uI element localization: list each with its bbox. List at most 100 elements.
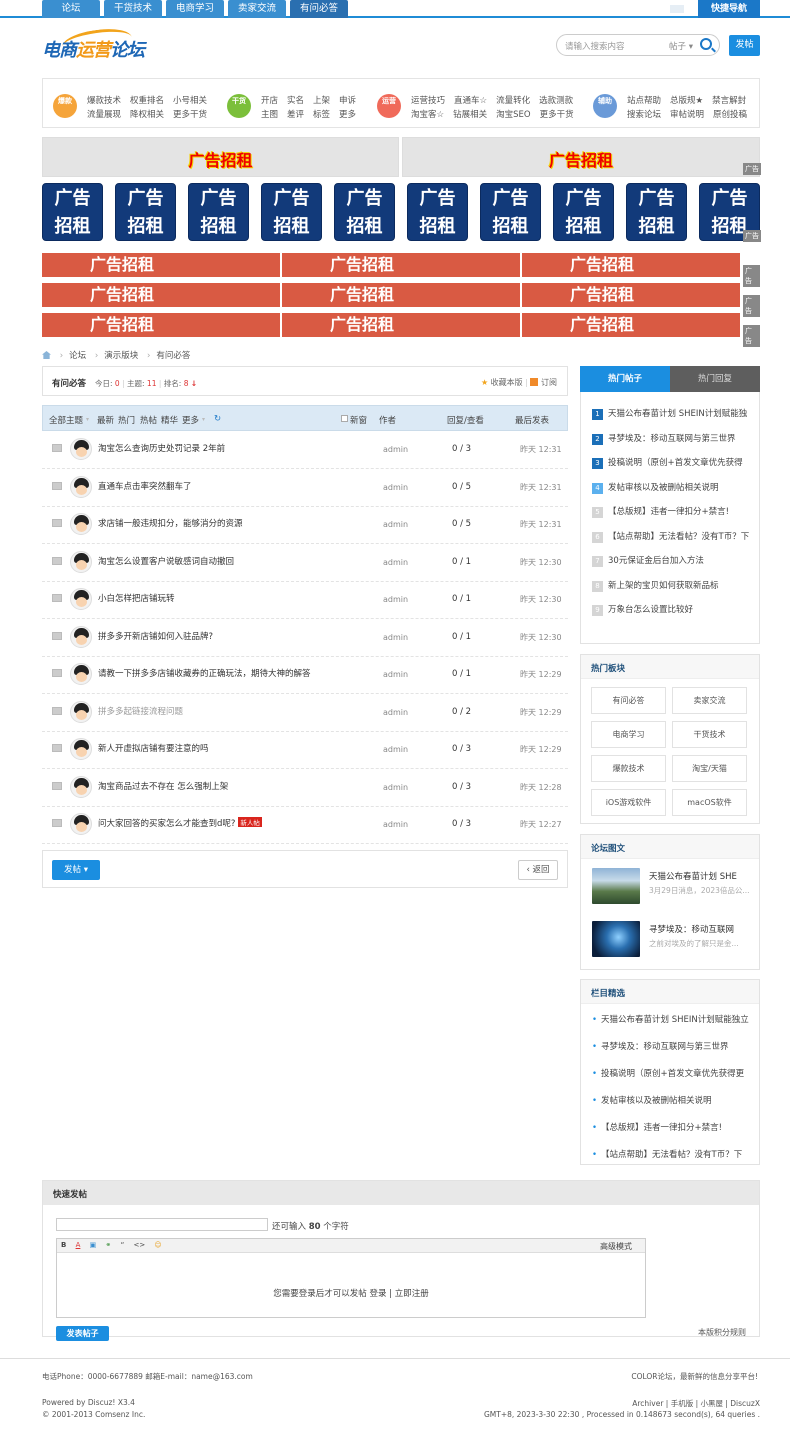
thread-author[interactable]: admin xyxy=(383,595,408,604)
image-icon[interactable]: ▣ xyxy=(90,1241,97,1249)
cat-link[interactable]: 申诉 xyxy=(339,94,356,108)
ad-square[interactable]: 广告 招租 xyxy=(188,183,249,241)
chevron-down-icon[interactable]: ▾ xyxy=(202,416,205,423)
cat-link[interactable]: 差评 xyxy=(287,108,304,122)
ad-red-banner[interactable]: 广告招租 xyxy=(42,283,280,307)
thread-lastpost[interactable]: 昨天 12:31 xyxy=(520,444,562,455)
hot-post-title[interactable]: 发帖审核以及被删帖相关说明 xyxy=(608,483,719,493)
cat-link[interactable]: 原创投稿 xyxy=(713,108,747,122)
avatar[interactable] xyxy=(70,738,92,760)
nav-qa[interactable]: 有问必答 xyxy=(290,0,348,18)
avatar[interactable] xyxy=(70,700,92,723)
cat-link[interactable]: 淘宝SEO xyxy=(496,108,530,122)
cat-link[interactable]: 爆款技术 xyxy=(87,94,121,108)
pic-title[interactable]: 寻梦埃及：移动互联网 xyxy=(649,923,734,935)
ad-banner[interactable]: 广告招租 xyxy=(42,137,399,177)
board-link[interactable]: 淘宝/天猫 xyxy=(672,755,747,782)
table-row[interactable]: 请教一下拼多多店铺收藏券的正确玩法，期待大神的解答 admin 0 / 1 昨天 12… xyxy=(42,657,568,694)
hot-post-title[interactable]: 投稿说明（原创+首发文章优先获得 xyxy=(608,458,743,468)
column-pick-item[interactable]: 寻梦埃及：移动互联网与第三世界 xyxy=(592,1040,752,1052)
column-pick-item[interactable]: 【总版规】违者一律扣分+禁言! xyxy=(592,1121,752,1133)
table-row[interactable]: 拼多多起链接流程问题 admin 0 / 2 昨天 12:29 xyxy=(42,695,568,732)
thread-lastpost[interactable]: 昨天 12:30 xyxy=(520,632,562,643)
cat-link[interactable]: 降权相关 xyxy=(130,108,164,122)
avatar[interactable] xyxy=(70,663,92,685)
board-link[interactable]: 干货技术 xyxy=(672,721,747,748)
cat-link[interactable]: 审帖说明 xyxy=(670,108,704,122)
cat-link[interactable]: 总版规★ xyxy=(670,94,703,108)
home-icon[interactable] xyxy=(42,351,51,359)
ad-square[interactable]: 广告 招租 xyxy=(480,183,541,241)
cat-link[interactable]: 实名 xyxy=(287,94,304,108)
filter-digest[interactable]: 精华 xyxy=(161,414,178,426)
thread-title-text[interactable]: 淘宝怎么查询历史处罚记录 2年前 xyxy=(98,444,225,454)
table-row[interactable]: 淘宝怎么查询历史处罚记录 2年前 admin 0 / 3 昨天 12:31 xyxy=(42,432,568,469)
ad-red-banner[interactable]: 广告招租 xyxy=(282,283,520,307)
thread-lastpost[interactable]: 昨天 12:31 xyxy=(520,482,562,493)
thread-lastpost[interactable]: 昨天 12:29 xyxy=(520,707,562,718)
thread-title[interactable]: 求店铺一般违规扣分，能够消分的资源 xyxy=(98,517,243,529)
cat-link[interactable]: 流量转化 xyxy=(496,94,530,108)
search-input[interactable]: 请输入搜索内容 xyxy=(565,40,625,52)
hot-post-title[interactable]: 寻梦埃及：移动互联网与第三世界 xyxy=(608,434,736,444)
crumb-current[interactable]: 有问必答 xyxy=(156,351,190,361)
cat-link[interactable]: 更多干货 xyxy=(173,108,207,122)
table-row[interactable]: 小白怎样把店铺玩转 admin 0 / 1 昨天 12:30 xyxy=(42,582,568,619)
footer-links[interactable]: Archiver | 手机版 | 小黑屋 | DiscuzX xyxy=(632,1398,760,1409)
hot-post-item[interactable]: 4 发帖审核以及被删帖相关说明 xyxy=(592,481,752,494)
post-editor[interactable]: B A ▣ ⚭ “ <> ☺ 高级模式 您需要登录后才可以发帖 登录 | 立即注… xyxy=(56,1238,646,1318)
site-logo[interactable]: 电商运营论坛 xyxy=(42,36,145,62)
points-rule-link[interactable]: 本版积分规则 xyxy=(698,1327,746,1338)
thread-title-text[interactable]: 拼多多开新店铺如何入驻品牌? xyxy=(98,632,213,642)
ad-red-banner[interactable]: 广告招租 xyxy=(522,253,740,277)
cat-link[interactable]: 禁言解封 xyxy=(712,94,746,108)
pic-title[interactable]: 天猫公布春苗计划 SHE xyxy=(649,870,737,882)
cat-link[interactable]: 更多 xyxy=(339,108,356,122)
cat-link[interactable]: 开店 xyxy=(261,94,278,108)
thread-title[interactable]: 淘宝怎么设置客户说敏感词自动撤回 xyxy=(98,555,234,567)
cat-link[interactable]: 权重排名 xyxy=(130,94,164,108)
hot-post-item[interactable]: 9 万象台怎么设置比较好 xyxy=(592,603,752,616)
board-link[interactable]: 爆款技术 xyxy=(591,755,666,782)
ad-square[interactable]: 广告 招租 xyxy=(407,183,468,241)
search-icon[interactable] xyxy=(700,38,712,50)
thread-author[interactable]: admin xyxy=(383,783,408,792)
thread-author[interactable]: admin xyxy=(383,520,408,529)
back-button[interactable]: ‹ 返回 xyxy=(518,860,558,880)
thread-author[interactable]: admin xyxy=(383,558,408,567)
thread-lastpost[interactable]: 昨天 12:30 xyxy=(520,594,562,605)
bold-icon[interactable]: B xyxy=(61,1241,66,1249)
column-pick-item[interactable]: 发帖审核以及被删帖相关说明 xyxy=(592,1094,752,1106)
ad-red-banner[interactable]: 广告招租 xyxy=(282,253,520,277)
tab-hot-replies[interactable]: 热门回复 xyxy=(670,366,760,392)
thread-title[interactable]: 淘宝怎么查询历史处罚记录 2年前 xyxy=(98,442,225,454)
ad-square[interactable]: 广告 招租 xyxy=(553,183,614,241)
thread-title[interactable]: 拼多多开新店铺如何入驻品牌? xyxy=(98,630,213,642)
quote-icon[interactable]: “ xyxy=(121,1241,125,1249)
ad-square[interactable]: 广告 招租 xyxy=(334,183,395,241)
pic-thumbnail[interactable] xyxy=(592,868,640,904)
ad-red-banner[interactable]: 广告招租 xyxy=(282,313,520,337)
thread-lastpost[interactable]: 昨天 12:28 xyxy=(520,782,562,793)
thread-title[interactable]: 淘宝商品过去不存在 怎么强制上架 xyxy=(98,780,228,792)
pic-thumbnail[interactable] xyxy=(592,921,640,957)
table-row[interactable]: 直通车点击率突然翻车了 admin 0 / 5 昨天 12:31 xyxy=(42,470,568,507)
thread-author[interactable]: admin xyxy=(383,745,408,754)
thread-lastpost[interactable]: 昨天 12:30 xyxy=(520,557,562,568)
column-pick-item[interactable]: 投稿说明（原创+首发文章优先获得更 xyxy=(592,1067,752,1079)
hot-post-title[interactable]: 【站点帮助】无法看帖？没有T币？下 xyxy=(608,532,749,542)
thread-title[interactable]: 问大家回答的买家怎么才能查到d呢? 新人帖 xyxy=(98,817,262,829)
hot-post-item[interactable]: 2 寻梦埃及：移动互联网与第三世界 xyxy=(592,432,752,445)
thread-title-text[interactable]: 直通车点击率突然翻车了 xyxy=(98,482,192,492)
board-link[interactable]: 有问必答 xyxy=(591,687,666,714)
thread-title[interactable]: 拼多多起链接流程问题 xyxy=(98,705,183,717)
subject-input[interactable] xyxy=(56,1218,268,1231)
hot-post-title[interactable]: 天猫公布春苗计划 SHEIN计划赋能独 xyxy=(608,409,747,419)
table-row[interactable]: 淘宝怎么设置客户说敏感词自动撤回 admin 0 / 1 昨天 12:30 xyxy=(42,545,568,582)
hot-post-title[interactable]: 【总版规】违者一律扣分+禁言! xyxy=(608,507,729,517)
thread-author[interactable]: admin xyxy=(383,633,408,642)
ad-square[interactable]: 广告 招租 xyxy=(626,183,687,241)
ad-red-banner[interactable]: 广告招租 xyxy=(522,313,740,337)
post-button[interactable]: 发帖 ▾ xyxy=(52,860,100,880)
cat-link[interactable]: 淘宝客☆ xyxy=(411,108,444,122)
